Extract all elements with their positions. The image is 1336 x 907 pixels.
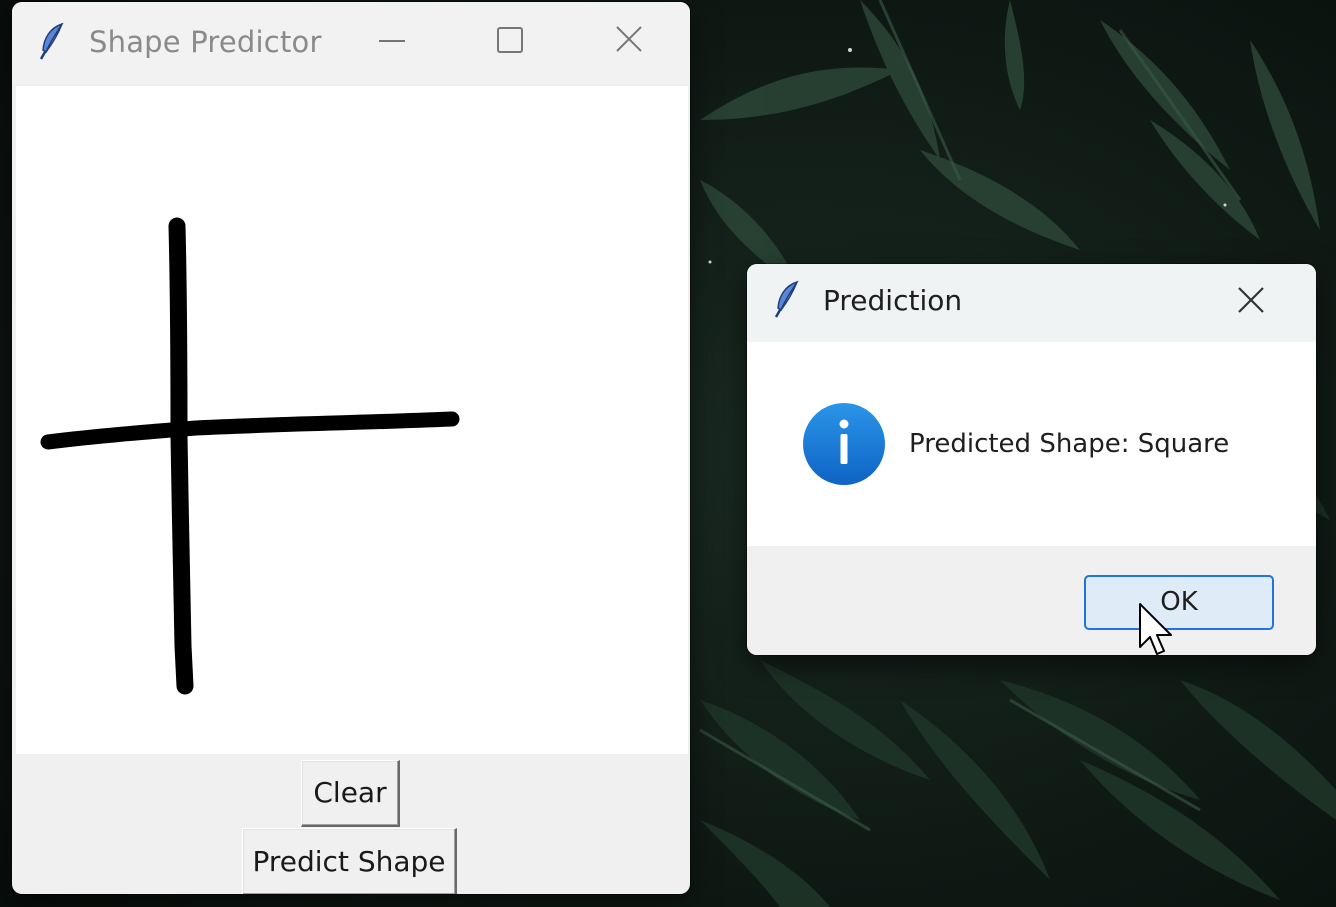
window-title: Shape Predictor <box>89 25 322 59</box>
drawing-canvas[interactable] <box>16 86 688 754</box>
feather-icon <box>774 280 799 318</box>
dialog-close-button[interactable] <box>1221 264 1316 336</box>
maximize-icon <box>497 27 523 53</box>
dialog-title: Prediction <box>823 284 963 317</box>
dialog-body: Predicted Shape: Square <box>747 342 1316 546</box>
close-button[interactable] <box>573 2 683 80</box>
info-icon <box>803 403 885 485</box>
title-bar[interactable]: Shape Predictor <box>12 2 690 84</box>
shape-predictor-window: Shape Predictor Clear Predict Shape <box>12 2 690 894</box>
close-icon <box>616 26 642 52</box>
maximize-button[interactable] <box>455 2 565 80</box>
ok-button[interactable]: OK <box>1084 575 1274 630</box>
close-icon <box>1238 287 1264 313</box>
prediction-dialog: Prediction Predicted Shape: Square OK <box>747 264 1316 655</box>
dialog-title-bar[interactable]: Prediction <box>747 264 1316 342</box>
drawn-stroke <box>40 217 460 695</box>
mouse-cursor-icon <box>1139 603 1172 655</box>
minimize-icon <box>379 40 405 42</box>
desktop: Shape Predictor Clear Predict Shape Pred… <box>0 0 1336 907</box>
minimize-button[interactable] <box>337 2 447 80</box>
feather-icon <box>39 22 64 60</box>
clear-button[interactable]: Clear <box>301 760 400 827</box>
prediction-message: Predicted Shape: Square <box>909 429 1230 459</box>
predict-shape-button[interactable]: Predict Shape <box>242 828 457 894</box>
dialog-footer: OK <box>747 546 1316 655</box>
